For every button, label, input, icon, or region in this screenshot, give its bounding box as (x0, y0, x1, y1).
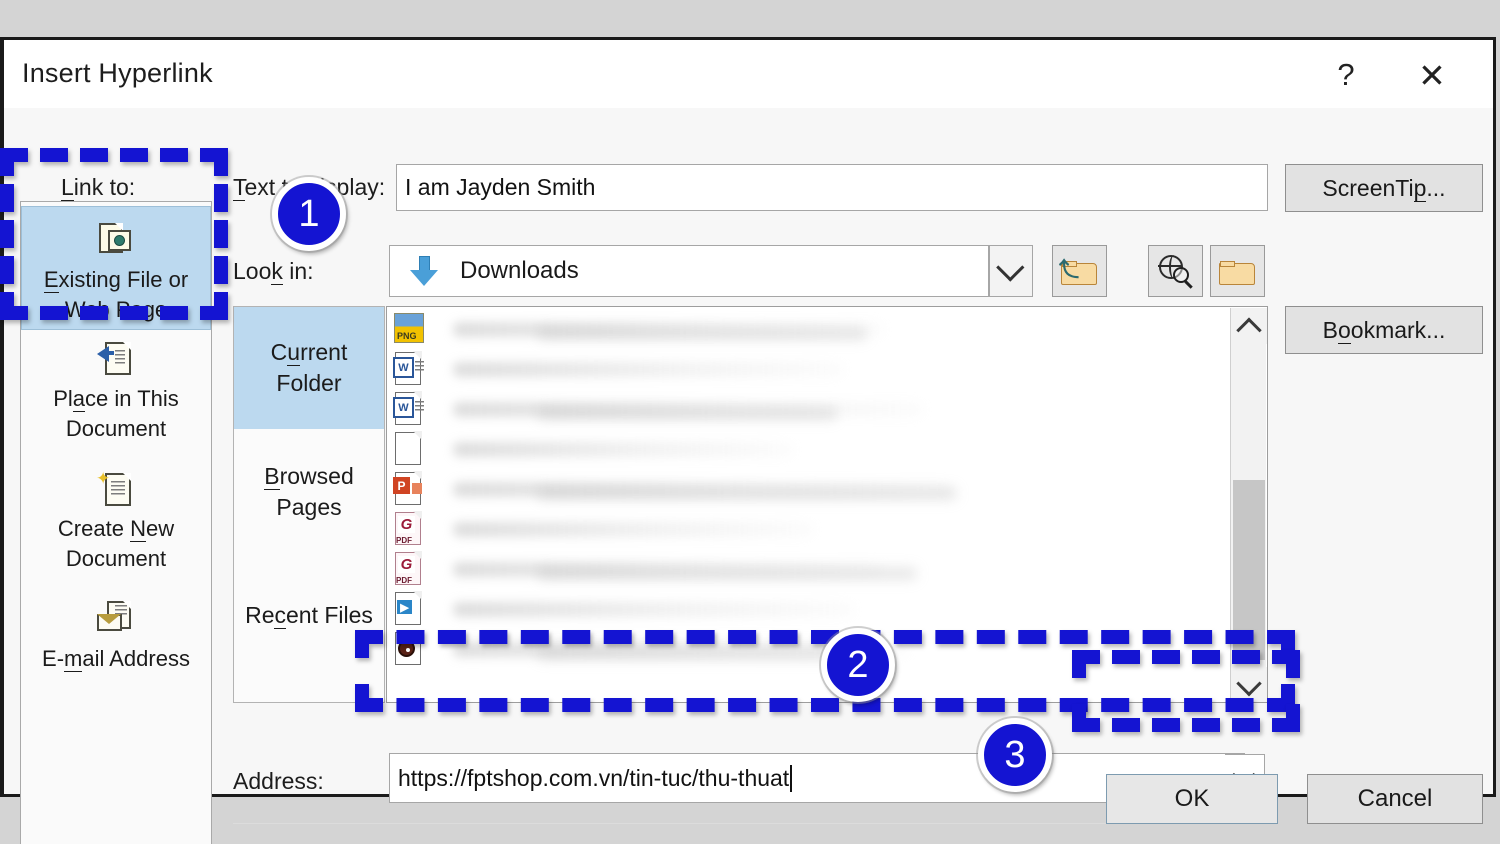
file-list-scrollbar[interactable] (1230, 308, 1267, 702)
pdf-file-icon: G PDF (393, 511, 427, 547)
list-item[interactable]: W (393, 349, 1223, 389)
dialog-title: Insert Hyperlink (22, 58, 213, 88)
list-item[interactable] (393, 429, 1223, 469)
sidebar-item-label: Create New Document (57, 516, 175, 571)
screentip-label: ScreenTip... (1322, 174, 1446, 202)
open-folder-icon (1218, 257, 1257, 285)
list-item[interactable]: G PDF (393, 509, 1223, 549)
list-item[interactable]: ▶ (393, 589, 1223, 629)
sidebar-item-label: E-mail Address (42, 646, 190, 672)
dialog-title-bar: Insert Hyperlink ? ✕ (4, 40, 1493, 108)
screentip-button[interactable]: ScreenTip... (1285, 164, 1483, 212)
png-image-file-icon: PNG (393, 311, 427, 347)
pdf-file-icon: G PDF (393, 551, 427, 587)
look-in-value: Downloads (460, 257, 579, 284)
tab-label: Recent Files (245, 601, 373, 629)
scrollbar-thumb[interactable] (1233, 480, 1265, 660)
address-value: https://fptshop.com.vn/tin-tuc/thu-thuat (398, 764, 790, 791)
ok-button[interactable]: OK (1106, 774, 1278, 824)
download-arrow-icon (410, 256, 438, 286)
existing-file-web-page-icon (95, 221, 137, 261)
browse-the-web-button[interactable] (1148, 245, 1203, 297)
bookmark-button[interactable]: Bookmark... (1285, 306, 1483, 354)
scroll-down-button[interactable] (1231, 667, 1267, 702)
tab-recent-files[interactable]: Recent Files (234, 555, 384, 675)
sidebar-item-label: Place in This Document (53, 386, 179, 441)
tab-label: Current Folder (270, 339, 348, 396)
address-label: Address: (233, 768, 324, 795)
tab-browsed-pages[interactable]: Browsed Pages (234, 429, 384, 555)
tab-label: Browsed Pages (264, 463, 354, 520)
cancel-button[interactable]: Cancel (1307, 774, 1483, 824)
look-in-dropdown-button[interactable] (989, 245, 1033, 297)
browse-up-one-level-button[interactable]: ⤴ (1052, 245, 1107, 297)
place-in-document-icon (95, 340, 137, 380)
text-to-display-value: I am Jayden Smith (405, 174, 596, 200)
create-new-document-icon: ✦ (95, 469, 137, 510)
file-list-rows: PNG W W P G PDF G PDF ▶ (387, 307, 1232, 702)
step-badge-2: 2 (821, 628, 895, 702)
sidebar-item-existing-file-or-web-page[interactable]: Existing File or Web Page (21, 206, 211, 330)
chevron-down-icon (996, 253, 1025, 282)
blank-document-file-icon (393, 431, 427, 467)
sidebar-item-place-in-this-document[interactable]: Place in This Document (21, 340, 211, 458)
disc-image-file-icon (393, 631, 427, 667)
scroll-up-button[interactable] (1231, 308, 1267, 344)
link-to-label: Link to: (61, 174, 136, 201)
chevron-down-icon (1236, 670, 1262, 697)
up-one-level-folder-icon: ⤴ (1059, 257, 1099, 285)
tab-current-folder[interactable]: Current Folder (234, 307, 384, 429)
browse-for-file-button[interactable] (1210, 245, 1265, 297)
folder-tabs-panel: Current Folder Browsed Pages Recent Files (233, 306, 385, 703)
close-icon[interactable]: ✕ (1403, 52, 1461, 98)
text-to-display-input[interactable]: I am Jayden Smith (396, 164, 1268, 211)
help-icon[interactable]: ? (1317, 52, 1375, 98)
bookmark-label: Bookmark... (1322, 316, 1446, 344)
text-cursor (790, 764, 793, 792)
browse-web-globe-icon (1158, 254, 1193, 287)
ok-label: OK (1174, 785, 1210, 812)
step-badge-3: 3 (978, 718, 1052, 792)
look-in-combobox[interactable]: Downloads (389, 245, 989, 297)
cancel-label: Cancel (1357, 785, 1433, 812)
sidebar-item-label: Existing File or Web Page (43, 267, 189, 322)
sidebar-item-create-new-document[interactable]: ✦ Create New Document (21, 469, 211, 588)
link-to-panel: Existing File or Web Page Place in This Do… (20, 201, 212, 844)
powerpoint-file-icon: P (393, 471, 427, 507)
screenshot-root: Insert Hyperlink ? ✕ Link to: Existing F… (0, 0, 1500, 844)
look-in-label: Look in: (233, 258, 314, 285)
sidebar-item-email-address[interactable]: E-mail Address (21, 600, 211, 692)
chevron-up-icon (1236, 317, 1262, 343)
video-file-icon: ▶ (393, 591, 427, 627)
word-document-file-icon: W (393, 351, 427, 387)
email-address-icon (95, 600, 137, 640)
dialog-body: Link to: Existing File or Web Page Place… (4, 108, 1493, 844)
insert-hyperlink-dialog: Insert Hyperlink ? ✕ Link to: Existing F… (0, 37, 1496, 844)
word-document-file-icon: W (393, 391, 427, 427)
step-badge-1: 1 (272, 177, 346, 251)
